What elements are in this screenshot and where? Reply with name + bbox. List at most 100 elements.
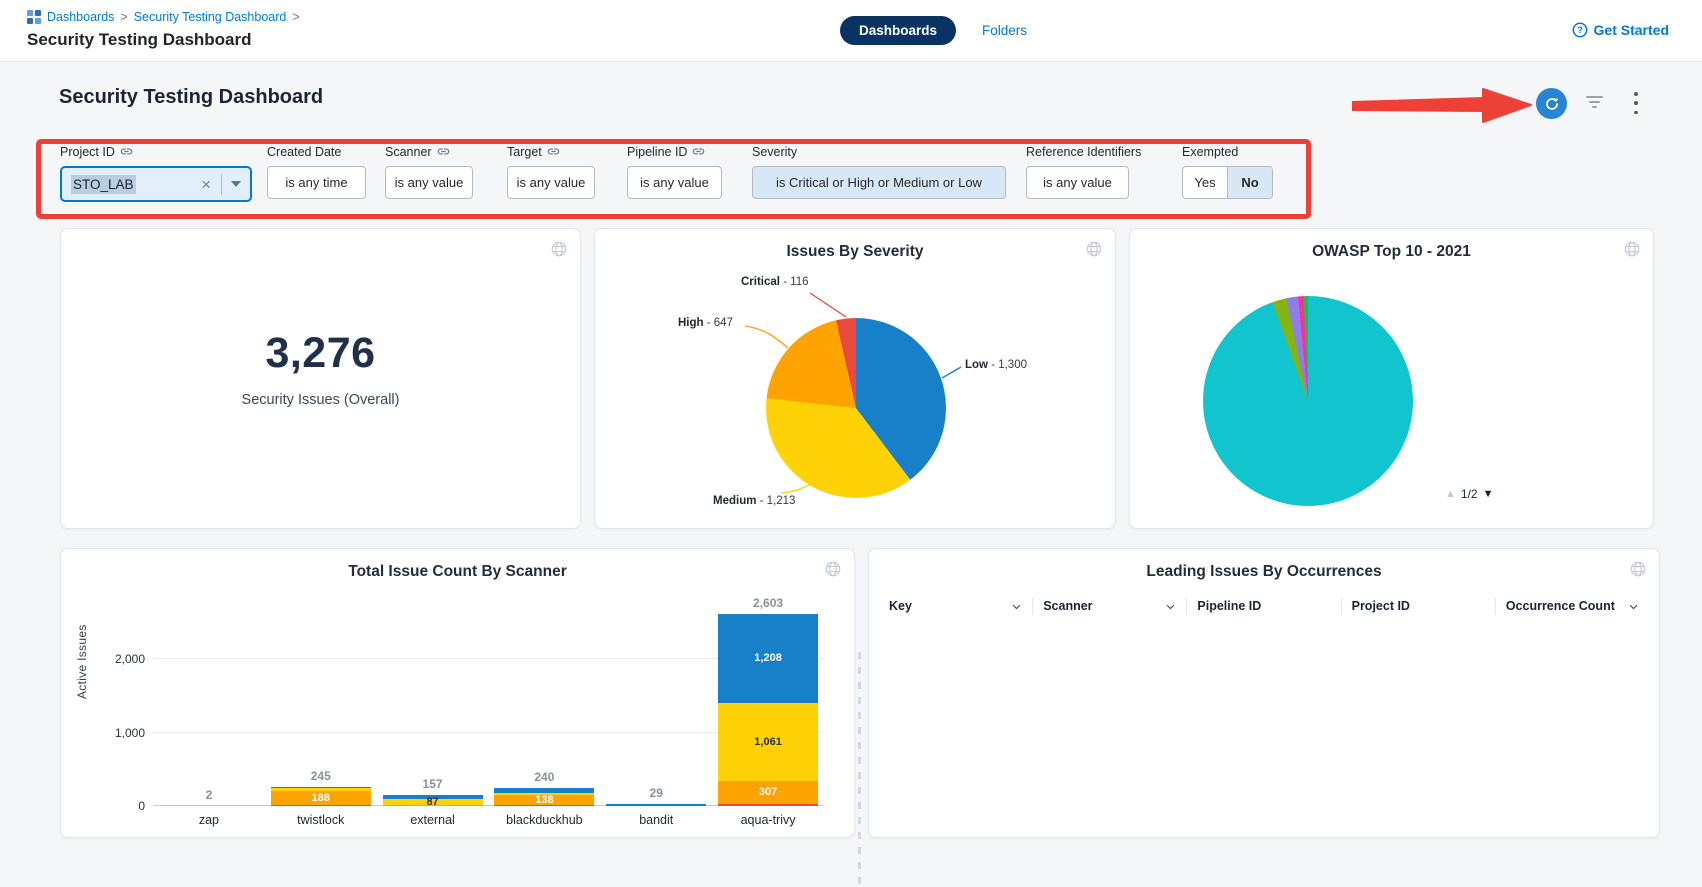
- bar-segment-medium[interactable]: 87: [383, 799, 483, 805]
- breadcrumb-dashboards[interactable]: Dashboards: [47, 10, 114, 24]
- page-up-icon[interactable]: ▲: [1445, 488, 1456, 500]
- bar-aqua-trivy[interactable]: 2,603 1,2081,061307: [712, 596, 824, 806]
- filter-severity: Severity is Critical or High or Medium o…: [752, 144, 1006, 199]
- bar-total-label: 245: [311, 769, 331, 783]
- tab-dashboards[interactable]: Dashboards: [840, 16, 956, 45]
- link-icon: [120, 145, 133, 158]
- bar-category-label: twistlock: [265, 813, 377, 827]
- page-indicator: 1/2: [1461, 487, 1478, 501]
- pipeline-id-chip[interactable]: is any value: [627, 166, 722, 199]
- table-header-row: Key Scanner Pipeline ID Project ID Occur…: [879, 593, 1649, 619]
- filter-reference-identifiers: Reference Identifiers is any value: [1026, 144, 1129, 199]
- column-header-scanner[interactable]: Scanner: [1032, 598, 1186, 614]
- filter-pipeline-id: Pipeline ID is any value: [627, 144, 722, 199]
- page-title: Security Testing Dashboard: [27, 30, 252, 50]
- scanner-chip[interactable]: is any value: [385, 166, 473, 199]
- page-down-icon[interactable]: ▼: [1483, 488, 1494, 500]
- card-total-issue-count-by-scanner: Total Issue Count By Scanner Active Issu…: [60, 548, 855, 838]
- globe-icon: [1085, 240, 1103, 263]
- y-tick: 1,000: [115, 726, 145, 740]
- column-header-project-id[interactable]: Project ID: [1341, 598, 1495, 614]
- exempted-toggle: Yes No: [1182, 166, 1273, 199]
- refresh-button[interactable]: [1536, 88, 1567, 119]
- get-started-link[interactable]: ? Get Started: [1572, 22, 1669, 38]
- bar-segment-high[interactable]: 307: [718, 781, 818, 804]
- card-security-issues-overall: 3,276 Security Issues (Overall): [60, 228, 581, 529]
- chevron-down-icon[interactable]: [231, 181, 241, 187]
- globe-icon: [824, 560, 842, 583]
- exempted-yes-option[interactable]: Yes: [1183, 167, 1227, 198]
- column-header-pipeline-id[interactable]: Pipeline ID: [1186, 598, 1340, 614]
- filter-exempted: Exempted Yes No: [1182, 144, 1273, 199]
- filter-pipeline-id-label: Pipeline ID: [627, 144, 722, 159]
- card-title: Issues By Severity: [595, 243, 1115, 261]
- bar-category-label: aqua-trivy: [712, 813, 824, 827]
- filter-reference-identifiers-label: Reference Identifiers: [1026, 144, 1129, 159]
- bar-zap[interactable]: 2: [153, 788, 265, 806]
- pie-pagination: ▲ 1/2 ▼: [1445, 487, 1493, 501]
- pie-label-medium: Medium - 1,213: [713, 495, 795, 507]
- bar-blackduckhub[interactable]: 240138: [488, 770, 600, 806]
- bar-segment-medium[interactable]: 1,061: [718, 703, 818, 781]
- filter-target: Target is any value: [507, 144, 595, 199]
- card-leading-issues-by-occurrences: Leading Issues By Occurrences Key Scanne…: [868, 548, 1660, 838]
- bar-total-label: 2,603: [753, 596, 783, 610]
- bar-bandit[interactable]: 29: [600, 786, 712, 806]
- severity-chip[interactable]: is Critical or High or Medium or Low: [752, 166, 1006, 199]
- filter-scanner-label: Scanner: [385, 144, 473, 159]
- y-axis-label: Active Issues: [75, 624, 89, 699]
- dashboard-content: Security Testing Dashboard Project ID ST…: [0, 62, 1702, 856]
- bar-segment-critical[interactable]: [718, 804, 818, 806]
- link-icon: [547, 145, 560, 158]
- bar-total-label: 2: [206, 788, 213, 802]
- chevron-down-icon: [1011, 601, 1022, 612]
- issues-by-severity-pie[interactable]: [766, 318, 946, 498]
- bar-segment-low[interactable]: 1,208: [718, 614, 818, 703]
- card-title: OWASP Top 10 - 2021: [1130, 243, 1653, 261]
- exempted-no-option[interactable]: No: [1227, 167, 1272, 198]
- more-options-icon[interactable]: [1631, 92, 1641, 114]
- refresh-icon: [1544, 96, 1560, 112]
- bar-external[interactable]: 157 87: [377, 777, 489, 806]
- filter-target-label: Target: [507, 144, 595, 159]
- dashboard-filters-icon[interactable]: [1585, 96, 1603, 110]
- filter-exempted-label: Exempted: [1182, 144, 1273, 159]
- bar-twistlock[interactable]: 245 188: [265, 769, 377, 806]
- table-scrollbar[interactable]: [858, 652, 861, 887]
- stat-value: 3,276: [61, 329, 580, 378]
- bar-segment-high[interactable]: 138: [494, 795, 594, 805]
- card-owasp-top10: OWASP Top 10 - 2021 ▲ 1/2 ▼: [1129, 228, 1654, 529]
- breadcrumb-current[interactable]: Security Testing Dashboard: [134, 10, 287, 24]
- globe-icon: [1623, 240, 1641, 263]
- input-divider: [221, 174, 222, 195]
- bar-segment-critical[interactable]: [271, 805, 371, 806]
- filter-project-id-label: Project ID: [60, 144, 252, 159]
- tab-folders[interactable]: Folders: [982, 23, 1027, 38]
- bar-segment-low[interactable]: [606, 804, 706, 806]
- dashboard-title: Security Testing Dashboard: [59, 86, 323, 109]
- column-header-key[interactable]: Key: [879, 598, 1032, 614]
- link-icon: [692, 145, 705, 158]
- owasp-top10-pie[interactable]: [1203, 296, 1413, 506]
- target-chip[interactable]: is any value: [507, 166, 595, 199]
- reference-identifiers-chip[interactable]: is any value: [1026, 166, 1129, 199]
- clear-icon[interactable]: ×: [201, 176, 211, 193]
- chevron-down-icon: [1628, 601, 1639, 612]
- pie-label-critical: Critical - 116: [741, 276, 809, 288]
- column-header-occurrence-count[interactable]: Occurrence Count: [1495, 598, 1649, 614]
- bar-total-label: 157: [423, 777, 443, 791]
- project-id-input[interactable]: STO_LAB ×: [60, 166, 252, 202]
- bar-plot: 2,000 1,000 0 224518815787240138292,6031…: [153, 606, 824, 806]
- bar-segment-high[interactable]: 188: [271, 791, 371, 805]
- annotation-arrow: [1352, 87, 1534, 125]
- breadcrumb-separator: >: [292, 10, 299, 24]
- link-icon: [437, 145, 450, 158]
- view-tabs: Dashboards Folders: [840, 16, 1027, 45]
- project-id-value: STO_LAB: [71, 175, 136, 194]
- bar-category-label: zap: [153, 813, 265, 827]
- y-tick: 2,000: [115, 652, 145, 666]
- bar-category-label: bandit: [600, 813, 712, 827]
- created-date-chip[interactable]: is any time: [267, 166, 366, 199]
- filter-created-date: Created Date is any time: [267, 144, 366, 199]
- bar-plot-cats: zaptwistlockexternalblackduckhubbanditaq…: [153, 813, 824, 827]
